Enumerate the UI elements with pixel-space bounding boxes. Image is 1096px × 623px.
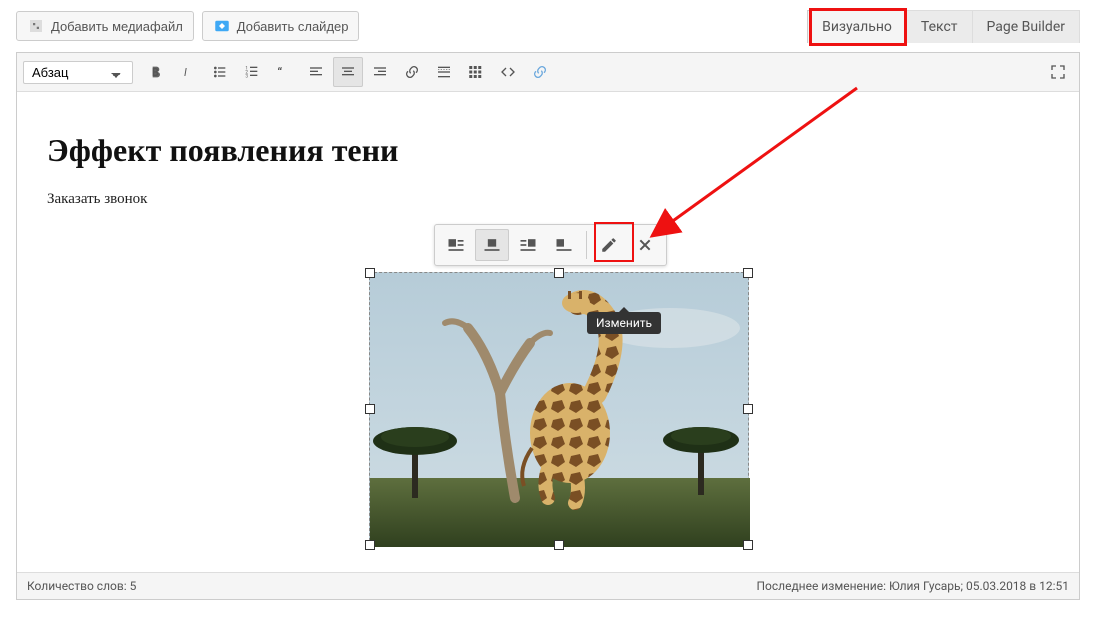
ul-button[interactable] (205, 57, 235, 87)
media-icon (27, 17, 45, 35)
resize-handle-mr[interactable] (743, 404, 753, 414)
last-edit: Последнее изменение: Юлия Гусарь; 05.03.… (756, 579, 1069, 593)
img-align-center-button[interactable] (475, 229, 509, 261)
bold-button[interactable]: B (141, 57, 171, 87)
word-count: Количество слов: 5 (27, 579, 136, 593)
format-select[interactable]: Абзац (23, 61, 133, 84)
img-edit-button[interactable] (592, 229, 626, 261)
code-button[interactable] (493, 57, 523, 87)
resize-handle-br[interactable] (743, 540, 753, 550)
link-button[interactable] (397, 57, 427, 87)
paragraph-text: Заказать звонок (47, 191, 1049, 208)
img-align-right-button[interactable] (511, 229, 545, 261)
resize-handle-tc[interactable] (554, 268, 564, 278)
add-slider-label: Добавить слайдер (237, 19, 349, 34)
resize-handle-tr[interactable] (743, 268, 753, 278)
shortcode-button[interactable] (525, 57, 555, 87)
align-left-button[interactable] (301, 57, 331, 87)
slider-icon (213, 17, 231, 35)
editor-toolbar: Абзац B I 123 “ (17, 53, 1079, 92)
add-media-label: Добавить медиафайл (51, 19, 183, 34)
resize-handle-tl[interactable] (365, 268, 375, 278)
selected-image[interactable] (369, 272, 749, 546)
readmore-button[interactable] (429, 57, 459, 87)
resize-handle-ml[interactable] (365, 404, 375, 414)
img-align-none-button[interactable] (547, 229, 581, 261)
svg-text:3: 3 (245, 73, 248, 79)
blockquote-button[interactable]: “ (269, 57, 299, 87)
ol-button[interactable]: 123 (237, 57, 267, 87)
align-right-button[interactable] (365, 57, 395, 87)
svg-text:I: I (184, 66, 187, 79)
resize-handle-bl[interactable] (365, 540, 375, 550)
editor-tabs: Визуально Текст Page Builder (808, 10, 1080, 43)
tab-visual[interactable]: Визуально (807, 10, 907, 43)
align-center-button[interactable] (333, 57, 363, 87)
resize-handle-bc[interactable] (554, 540, 564, 550)
add-slider-button[interactable]: Добавить слайдер (202, 11, 360, 41)
tooltip-edit: Изменить (587, 312, 661, 334)
img-remove-button[interactable] (628, 229, 662, 261)
status-bar: Количество слов: 5 Последнее изменение: … (17, 572, 1079, 599)
editor-content[interactable]: Эффект появления тени Заказать звонок Из… (17, 92, 1079, 572)
svg-text:“: “ (277, 65, 282, 79)
italic-button[interactable]: I (173, 57, 203, 87)
img-align-left-button[interactable] (439, 229, 473, 261)
post-title: Эффект появления тени (47, 132, 1049, 169)
editor: Абзац B I 123 “ Эффект появления тени За… (16, 52, 1080, 600)
svg-text:B: B (152, 66, 159, 79)
tab-text[interactable]: Текст (906, 10, 973, 43)
toolbar-toggle-button[interactable] (461, 57, 491, 87)
fullscreen-button[interactable] (1043, 57, 1073, 87)
image-toolbar (434, 224, 667, 266)
image-content (370, 273, 748, 545)
tab-page-builder[interactable]: Page Builder (972, 10, 1080, 43)
add-media-button[interactable]: Добавить медиафайл (16, 11, 194, 41)
